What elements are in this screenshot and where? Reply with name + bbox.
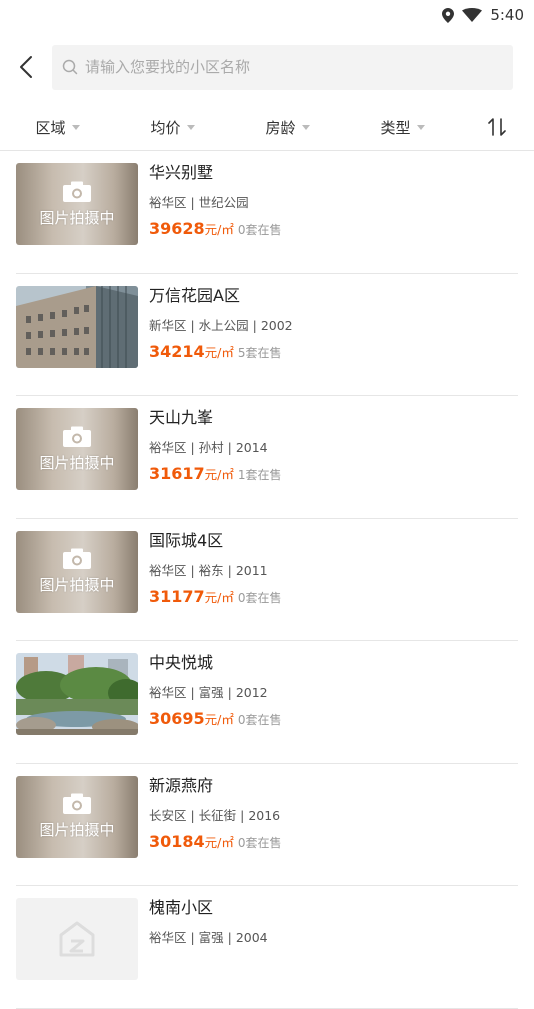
price-unit: 元/㎡ <box>204 834 234 850</box>
avg-price: 34214 <box>149 341 205 361</box>
garden-photo <box>16 653 138 735</box>
community-meta: 新华区 | 水上公园 | 2002 <box>149 317 293 333</box>
price-row: 34214元/㎡ 5套在售 <box>149 342 518 362</box>
community-photo <box>16 285 138 368</box>
pending-photo-label: 图片拍摄中 <box>39 821 115 839</box>
on-sale-count: 0套在售 <box>237 223 282 237</box>
sort-button[interactable] <box>460 117 534 137</box>
listing-info: 中央悦城 裕华区 | 富强 | 2012 30695元/㎡ 0套在售 <box>149 651 518 729</box>
avg-price: 30695 <box>149 709 205 728</box>
avg-price: 39628 <box>149 219 205 238</box>
filter-type-label: 类型 <box>380 118 411 137</box>
price-unit: 元/㎡ <box>204 467 234 482</box>
location-icon <box>442 7 455 23</box>
community-meta: 长安区 | 长征街 | 2016 <box>149 807 281 823</box>
on-sale-count: 0套在售 <box>237 590 282 605</box>
filter-bar: 区域 均价 房龄 类型 <box>0 104 534 151</box>
back-button[interactable] <box>0 44 52 90</box>
divider <box>16 1007 518 1009</box>
caret-down-icon <box>186 124 195 130</box>
community-meta: 裕华区 | 世纪公园 <box>149 195 249 210</box>
wifi-icon <box>462 8 483 22</box>
photo-pending-thumbnail: 图片拍摄中 <box>16 530 138 613</box>
sort-icon <box>488 118 506 136</box>
price-row: 30184元/㎡ 0套在售 <box>149 832 518 852</box>
filter-avg-price-label: 均价 <box>150 118 181 137</box>
filter-age-label: 房龄 <box>265 118 296 137</box>
caret-down-icon <box>416 124 425 130</box>
avg-price: 31617 <box>149 464 205 483</box>
search-icon <box>62 59 78 75</box>
filter-district[interactable]: 区域 <box>0 117 115 138</box>
listing-info: 万信花园A区 新华区 | 水上公园 | 2002 34214元/㎡ 5套在售 <box>149 284 518 362</box>
camera-icon <box>63 181 91 202</box>
search-input[interactable] <box>83 57 487 77</box>
listing-info: 新源燕府 长安区 | 长征街 | 2016 30184元/㎡ 0套在售 <box>149 774 518 852</box>
list-item[interactable]: 万信花园A区 新华区 | 水上公园 | 2002 34214元/㎡ 5套在售 <box>0 274 534 396</box>
pending-photo-label: 图片拍摄中 <box>39 576 115 594</box>
community-photo <box>16 653 138 735</box>
filter-avg-price[interactable]: 均价 <box>115 117 230 138</box>
price-row <box>149 954 518 974</box>
listing-info: 槐南小区 裕华区 | 富强 | 2004 <box>149 896 518 974</box>
community-name: 国际城4区 <box>149 530 224 550</box>
community-meta: 裕华区 | 裕东 | 2011 <box>149 562 268 578</box>
list-item[interactable]: 图片拍摄中 华兴别墅 裕华区 | 世纪公园 39628元/㎡ 0套在售 <box>0 151 534 274</box>
status-time: 5:40 <box>490 6 524 24</box>
photo-pending-thumbnail: 图片拍摄中 <box>16 163 138 245</box>
community-name: 天山九峯 <box>149 408 214 427</box>
listing-info: 华兴别墅 裕华区 | 世纪公园 39628元/㎡ 0套在售 <box>149 161 518 239</box>
caret-down-icon <box>301 124 310 130</box>
list-item[interactable]: 图片拍摄中 新源燕府 长安区 | 长征街 | 2016 30184元/㎡ 0套在售 <box>0 764 534 886</box>
list-item[interactable]: 中央悦城 裕华区 | 富强 | 2012 30695元/㎡ 0套在售 <box>0 641 534 764</box>
price-row: 39628元/㎡ 0套在售 <box>149 219 518 239</box>
caret-down-icon <box>71 124 80 130</box>
logo-placeholder-icon <box>59 921 95 957</box>
building-photo <box>16 285 138 368</box>
back-arrow-icon <box>20 56 32 78</box>
community-meta: 裕华区 | 富强 | 2004 <box>149 930 268 945</box>
listing-info: 天山九峯 裕华区 | 孙村 | 2014 31617元/㎡ 1套在售 <box>149 406 518 484</box>
price-unit: 元/㎡ <box>204 589 234 605</box>
on-sale-count: 0套在售 <box>237 713 282 727</box>
community-meta: 裕华区 | 富强 | 2012 <box>149 685 268 700</box>
price-unit: 元/㎡ <box>204 222 234 237</box>
community-name: 华兴别墅 <box>149 163 214 182</box>
price-unit: 元/㎡ <box>204 712 234 727</box>
community-list: 图片拍摄中 华兴别墅 裕华区 | 世纪公园 39628元/㎡ 0套在售 万信花园… <box>0 151 534 1009</box>
camera-icon <box>63 793 91 814</box>
list-item[interactable]: 槐南小区 裕华区 | 富强 | 2004 <box>0 886 534 1009</box>
avg-price: 31177 <box>149 586 205 606</box>
image-placeholder <box>16 898 138 980</box>
price-row: 31617元/㎡ 1套在售 <box>149 464 518 484</box>
listing-info: 国际城4区 裕华区 | 裕东 | 2011 31177元/㎡ 0套在售 <box>149 529 518 607</box>
filter-age[interactable]: 房龄 <box>230 117 345 138</box>
community-name: 新源燕府 <box>149 775 214 795</box>
list-item[interactable]: 图片拍摄中 天山九峯 裕华区 | 孙村 | 2014 31617元/㎡ 1套在售 <box>0 396 534 519</box>
avg-price: 30184 <box>149 831 205 851</box>
list-item[interactable]: 图片拍摄中 国际城4区 裕华区 | 裕东 | 2011 31177元/㎡ 0套在售 <box>0 519 534 641</box>
community-meta: 裕华区 | 孙村 | 2014 <box>149 440 268 455</box>
community-name: 万信花园A区 <box>149 285 240 305</box>
pending-photo-label: 图片拍摄中 <box>39 208 115 227</box>
price-row: 30695元/㎡ 0套在售 <box>149 709 518 729</box>
search-box[interactable] <box>52 44 513 90</box>
filter-type[interactable]: 类型 <box>345 117 460 138</box>
pending-photo-label: 图片拍摄中 <box>39 453 115 472</box>
camera-icon <box>63 426 91 447</box>
photo-pending-thumbnail: 图片拍摄中 <box>16 408 138 490</box>
status-bar: 5:40 <box>0 0 534 30</box>
filter-district-label: 区域 <box>35 118 66 137</box>
on-sale-count: 1套在售 <box>237 468 282 482</box>
price-unit: 元/㎡ <box>204 344 234 360</box>
community-name: 槐南小区 <box>149 898 214 917</box>
photo-pending-thumbnail: 图片拍摄中 <box>16 775 138 858</box>
price-row: 31177元/㎡ 0套在售 <box>149 587 518 607</box>
community-name: 中央悦城 <box>149 653 214 672</box>
camera-icon <box>63 548 91 569</box>
on-sale-count: 5套在售 <box>237 345 282 360</box>
on-sale-count: 0套在售 <box>237 835 282 850</box>
search-row <box>0 44 534 90</box>
